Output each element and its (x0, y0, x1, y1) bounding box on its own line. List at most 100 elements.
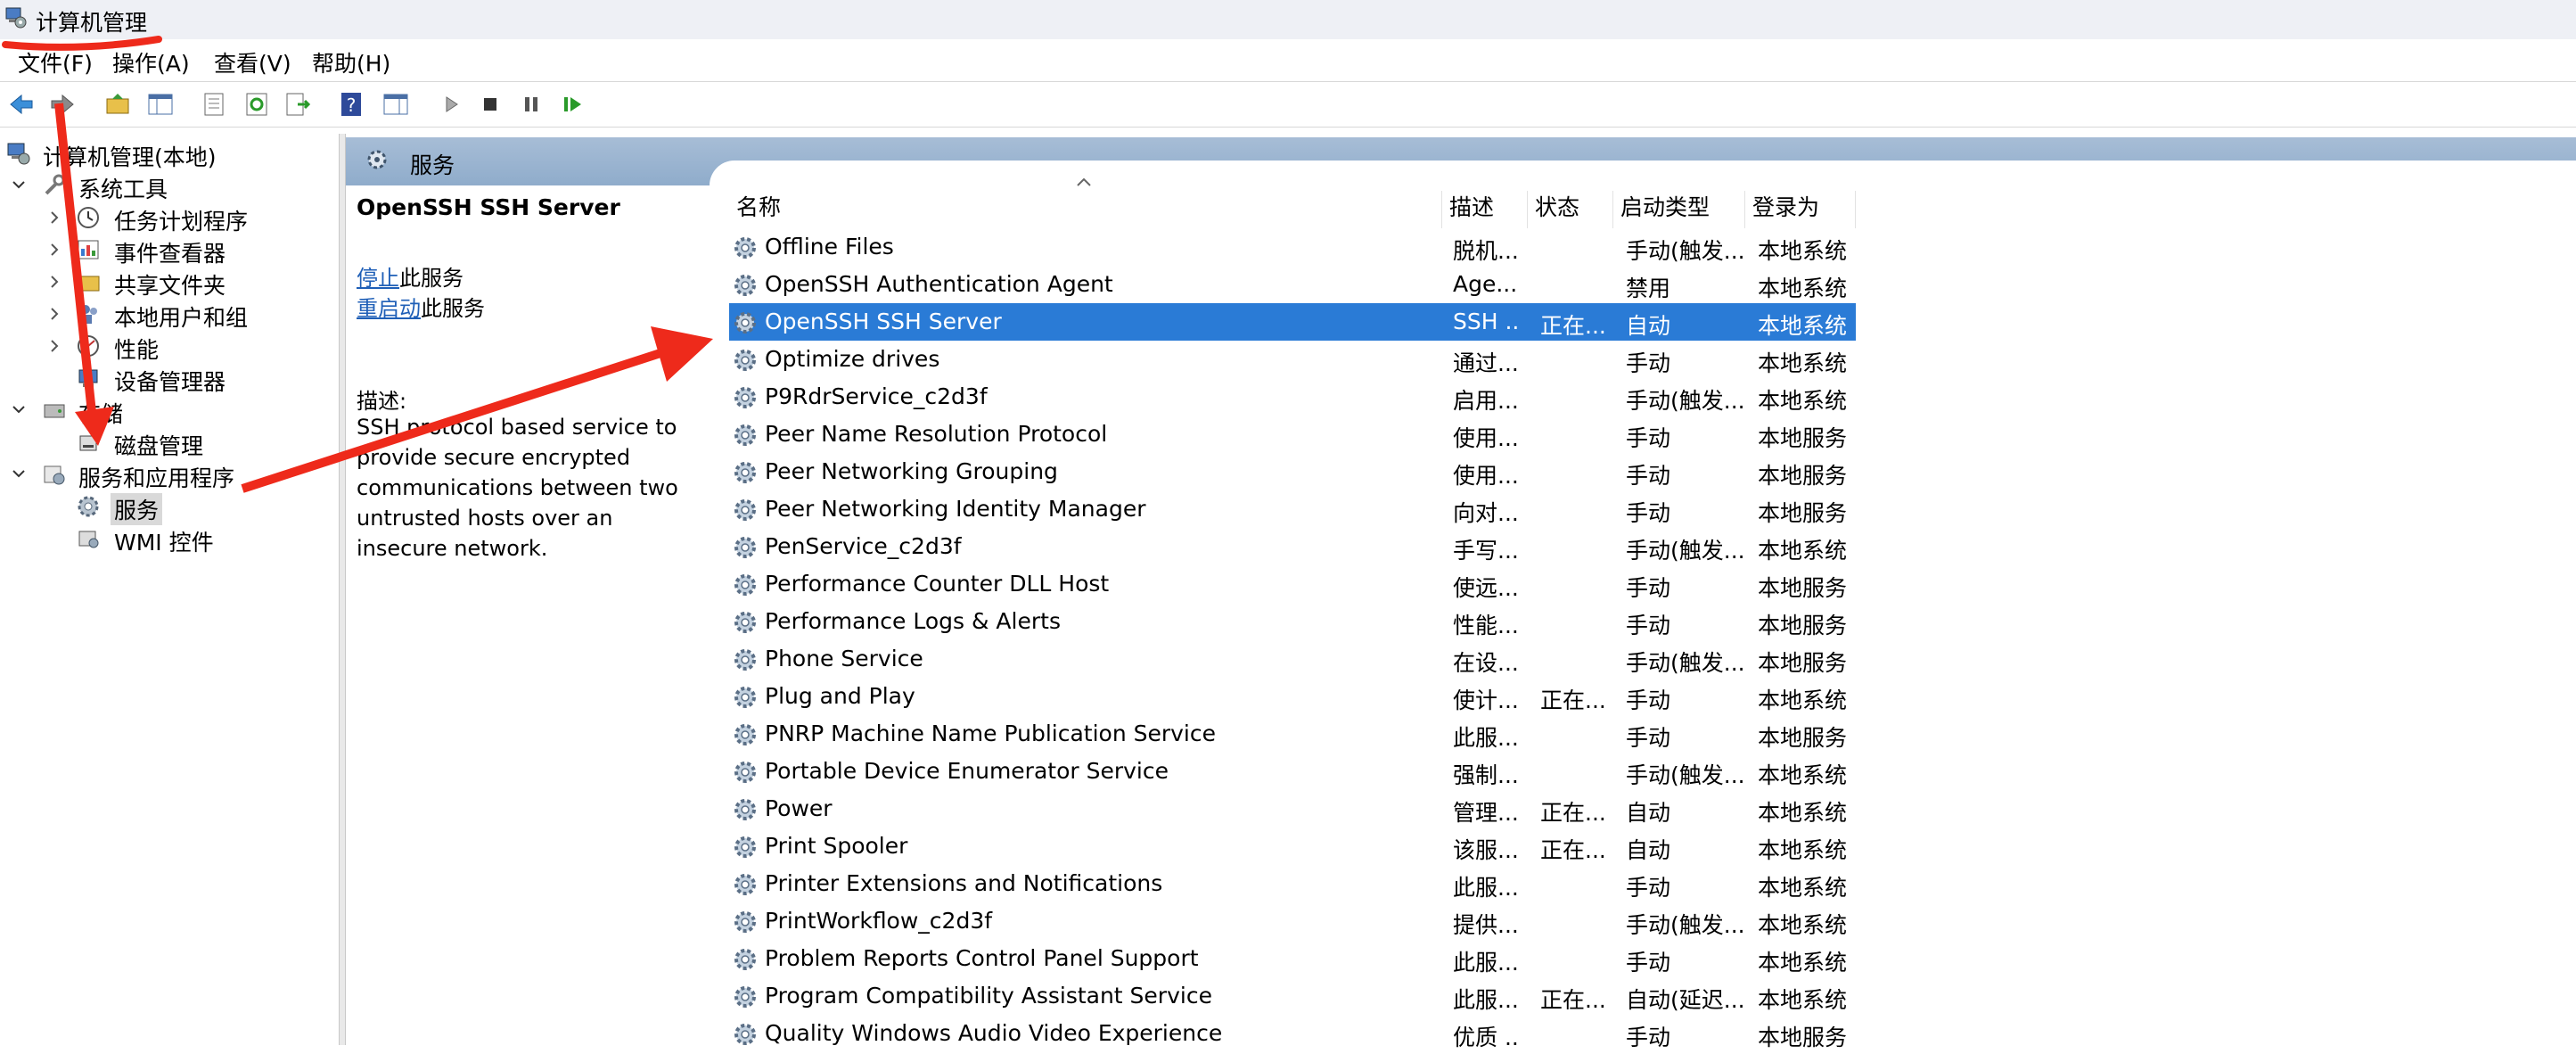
service-desc-cell: 此服... (1453, 725, 1519, 751)
service-desc-cell: 强制... (1453, 762, 1519, 788)
up-folder-icon[interactable] (103, 90, 132, 119)
title-bar: 计算机管理 (0, 0, 2576, 39)
menu-file[interactable]: 文件(F) (14, 46, 96, 78)
gear-icon (731, 833, 759, 861)
service-login-cell: 本地系统 (1758, 313, 1848, 339)
restart-service-link[interactable]: 重启动 (357, 296, 421, 321)
back-icon[interactable] (7, 90, 36, 119)
service-row[interactable]: Peer Networking Identity Manager 向对... 手动 本… (729, 490, 1856, 528)
service-name-cell: Phone Service (765, 646, 923, 671)
service-startup-cell: 手动(触发... (1626, 238, 1745, 264)
service-row[interactable]: Problem Reports Control Panel Support 此服.… (729, 940, 1856, 977)
gear-icon (731, 795, 759, 824)
gear-icon (75, 493, 102, 520)
chevron-down-icon[interactable] (9, 394, 29, 426)
pause-service-icon[interactable] (517, 90, 546, 119)
event-viewer-icon (75, 236, 102, 263)
services-header-title: 服务 (410, 152, 455, 178)
chevron-right-icon[interactable] (45, 266, 64, 298)
gear-icon (731, 458, 759, 487)
service-row[interactable]: Printer Extensions and Notifications 此服..… (729, 865, 1856, 902)
gear-icon (731, 945, 759, 974)
forward-icon[interactable] (48, 90, 77, 119)
properties-icon[interactable] (200, 90, 228, 119)
column-header-status[interactable]: 状态 (1528, 191, 1613, 228)
service-row[interactable]: Peer Name Resolution Protocol 使用... 手动 本地服务 (729, 416, 1856, 453)
description-label: 描述: (357, 389, 407, 414)
service-row[interactable]: Performance Logs & Alerts 性能... 手动 本地服务 (729, 603, 1856, 640)
chevron-right-icon[interactable] (45, 234, 64, 266)
service-row[interactable]: Quality Windows Audio Video Experience 优质… (729, 1015, 1856, 1052)
service-login-cell: 本地系统 (1758, 688, 1848, 713)
service-name-cell: Printer Extensions and Notifications (765, 870, 1163, 896)
service-startup-cell: 手动 (1626, 688, 1671, 713)
svg-text:?: ? (347, 95, 357, 116)
chevron-down-icon[interactable] (9, 458, 29, 490)
service-desc-cell: 使计... (1453, 688, 1519, 713)
gear-icon (731, 271, 759, 300)
service-row[interactable]: Print Spooler 该服... 正在... 自动 本地系统 (729, 828, 1856, 865)
stop-service-link[interactable]: 停止 (357, 266, 399, 291)
gear-icon (731, 646, 759, 674)
service-row[interactable]: Phone Service 在设... 手动(触发... 本地服务 (729, 640, 1856, 678)
menu-action[interactable]: 操作(A) (109, 46, 193, 78)
service-status-cell: 正在... (1540, 837, 1606, 863)
window-title: 计算机管理 (36, 10, 148, 36)
console-tree: 计算机管理(本地) 系统工具 任务计划程序 事件查看器 共享文件夹 本地用户和组… (0, 134, 340, 1045)
service-row[interactable]: Portable Device Enumerator Service 强制... 手… (729, 753, 1856, 790)
service-row[interactable]: OpenSSH SSH Server SSH ... 正在... 自动 本地系统 (729, 303, 1856, 341)
chevron-right-icon[interactable] (45, 330, 64, 362)
tools-icon (41, 172, 68, 199)
service-row[interactable]: OpenSSH Authentication Agent Age... 禁用 本地系统 (729, 266, 1856, 303)
menu-help[interactable]: 帮助(H) (308, 46, 394, 78)
column-header-desc[interactable]: 描述 (1442, 191, 1528, 228)
service-login-cell: 本地系统 (1758, 276, 1848, 301)
service-row[interactable]: PenService_c2d3f 手写... 手动(触发... 本地系统 (729, 528, 1856, 565)
column-header-name[interactable]: 名称 (729, 191, 1442, 228)
gear-icon (731, 496, 759, 524)
column-header-startup[interactable]: 启动类型 (1613, 191, 1745, 228)
action-pane-icon[interactable] (381, 90, 410, 119)
service-row[interactable]: Plug and Play 使计... 正在... 手动 本地系统 (729, 678, 1856, 715)
export-list-icon[interactable] (283, 90, 312, 119)
service-status-cell: 正在... (1540, 688, 1606, 713)
service-startup-cell: 手动 (1626, 725, 1671, 751)
service-row[interactable]: PrintWorkflow_c2d3f 提供... 手动(触发... 本地系统 (729, 902, 1856, 940)
service-login-cell: 本地系统 (1758, 238, 1848, 264)
restart-service-icon[interactable] (558, 90, 587, 119)
start-service-icon[interactable] (437, 90, 465, 119)
stop-service-icon[interactable] (476, 90, 505, 119)
service-login-cell: 本地服务 (1758, 1025, 1848, 1050)
service-startup-cell: 自动 (1626, 800, 1671, 826)
service-status-cell: 正在... (1540, 800, 1606, 826)
service-name-cell: Peer Networking Grouping (765, 458, 1058, 484)
chevron-right-icon[interactable] (45, 298, 64, 330)
chevron-right-icon[interactable] (45, 202, 64, 234)
service-login-cell: 本地系统 (1758, 912, 1848, 938)
service-detail-pane: OpenSSH SSH Server 停止此服务 重启动此服务 描述: SSH … (346, 185, 710, 1045)
service-row[interactable]: Performance Counter DLL Host 使远... 手动 本地服务 (729, 565, 1856, 603)
service-row[interactable]: PNRP Machine Name Publication Service 此服.… (729, 715, 1856, 753)
service-row[interactable]: Power 管理... 正在... 自动 本地系统 (729, 790, 1856, 828)
service-login-cell: 本地系统 (1758, 762, 1848, 788)
service-row[interactable]: P9RdrService_c2d3f 启用... 手动(触发... 本地系统 (729, 378, 1856, 416)
chevron-down-icon[interactable] (9, 169, 29, 202)
show-hide-console-tree-icon[interactable] (146, 90, 175, 119)
service-desc-cell: 使远... (1453, 575, 1519, 601)
service-row[interactable]: Program Compatibility Assistant Service 此… (729, 977, 1856, 1015)
refresh-icon[interactable] (242, 90, 271, 119)
gear-icon (731, 758, 759, 786)
service-row[interactable]: Peer Networking Grouping 使用... 手动 本地服务 (729, 453, 1856, 490)
performance-icon (75, 333, 102, 359)
pane-splitter[interactable] (340, 134, 346, 1045)
service-login-cell: 本地系统 (1758, 350, 1848, 376)
gear-icon (731, 533, 759, 562)
column-header-login[interactable]: 登录为 (1745, 191, 1856, 228)
service-startup-cell: 手动 (1626, 500, 1671, 526)
service-row[interactable]: Offline Files 脱机... 手动(触发... 本地系统 (729, 228, 1856, 266)
service-login-cell: 本地系统 (1758, 538, 1848, 564)
service-login-cell: 本地服务 (1758, 613, 1848, 638)
service-row[interactable]: Optimize drives 通过... 手动 本地系统 (729, 341, 1856, 378)
menu-view[interactable]: 查看(V) (210, 46, 295, 78)
help-icon[interactable]: ? (337, 90, 365, 119)
